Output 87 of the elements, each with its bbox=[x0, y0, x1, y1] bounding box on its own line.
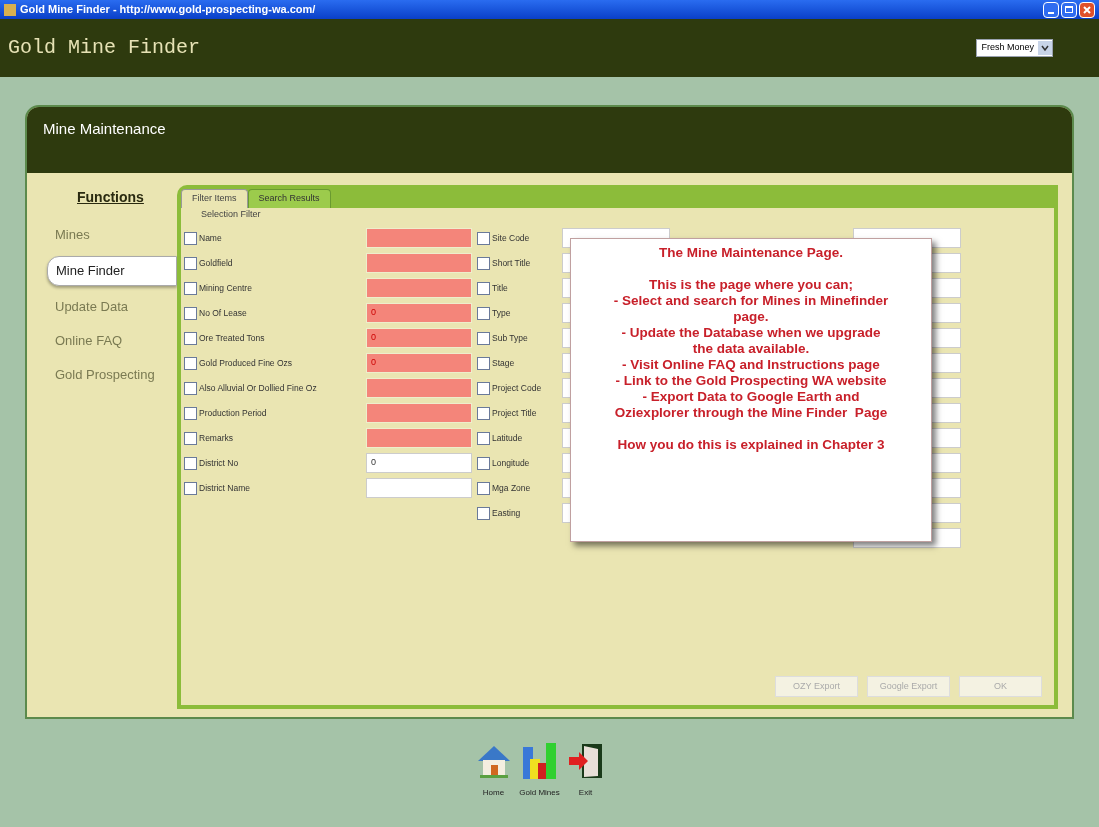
popup-text: This is the page where you can; bbox=[648, 277, 854, 293]
field-value: 0 bbox=[371, 456, 376, 470]
checkbox[interactable] bbox=[477, 431, 490, 445]
checkbox[interactable] bbox=[477, 406, 490, 420]
input-field[interactable]: 0 bbox=[366, 328, 472, 348]
checkbox-label: Type bbox=[492, 306, 512, 320]
checkbox[interactable] bbox=[184, 306, 197, 320]
toolbar-button[interactable]: Gold Mines bbox=[520, 741, 559, 799]
checkbox[interactable] bbox=[477, 306, 490, 320]
popup-text: - Select and search for Mines in Minefinder bbox=[613, 293, 889, 309]
checkbox-label: Project Code bbox=[492, 381, 543, 395]
checkbox[interactable] bbox=[477, 256, 490, 270]
checkbox[interactable] bbox=[184, 256, 197, 270]
minimize-button[interactable] bbox=[1043, 1, 1059, 18]
input-field[interactable]: 0 bbox=[366, 453, 472, 473]
checkbox[interactable] bbox=[184, 356, 197, 370]
popup-text: The Mine Maintenance Page. bbox=[659, 245, 843, 261]
checkbox-label: Mga Zone bbox=[492, 481, 532, 495]
checkbox-label: Sub Type bbox=[492, 331, 529, 345]
popup-text: - Update the Database when we upgrade bbox=[621, 325, 881, 341]
checkbox-label: Gold Produced Fine Ozs bbox=[199, 356, 294, 370]
account-dropdown[interactable]: Fresh Money bbox=[976, 39, 1053, 57]
sidebar-item[interactable]: Mine Finder bbox=[47, 256, 177, 286]
checkbox-label: Stage bbox=[492, 356, 516, 370]
popup-text: - Link to the Gold Prospecting WA website bbox=[615, 373, 887, 389]
panel-title: Mine Maintenance bbox=[43, 120, 166, 137]
checkbox-label: Ore Treated Tons bbox=[199, 331, 266, 345]
checkbox-label: Goldfield bbox=[199, 256, 234, 270]
field-value: 0 bbox=[371, 306, 376, 320]
toolbar-button[interactable]: Exit bbox=[566, 741, 605, 799]
checkbox-label: Short Title bbox=[492, 256, 532, 270]
checkbox[interactable] bbox=[477, 356, 490, 370]
checkbox[interactable] bbox=[184, 281, 197, 295]
field-value: 0 bbox=[371, 356, 376, 370]
tab[interactable]: Filter Items bbox=[181, 189, 248, 208]
checkbox[interactable] bbox=[477, 331, 490, 345]
popup-text: Oziexplorer through the Mine Finder Page bbox=[614, 405, 888, 421]
checkbox-label: No Of Lease bbox=[199, 306, 248, 320]
checkbox-label: Remarks bbox=[199, 431, 234, 445]
checkbox[interactable] bbox=[184, 331, 197, 345]
checkbox-label: Longitude bbox=[492, 456, 531, 470]
checkbox-label: Mining Centre bbox=[199, 281, 253, 295]
toolbar-button[interactable]: Home bbox=[474, 741, 513, 799]
close-icon bbox=[1083, 5, 1091, 14]
checkbox-label: Easting bbox=[492, 506, 522, 520]
popup-text: page. bbox=[733, 309, 769, 325]
checkbox[interactable] bbox=[184, 456, 197, 470]
sidebar-item[interactable]: Online FAQ bbox=[27, 328, 177, 354]
maximize-button[interactable] bbox=[1061, 1, 1077, 18]
group-title: Selection Filter bbox=[201, 208, 261, 221]
checkbox[interactable] bbox=[477, 381, 490, 395]
checkbox[interactable] bbox=[477, 281, 490, 295]
checkbox-label: Name bbox=[199, 231, 223, 245]
checkbox-label: Site Code bbox=[492, 231, 531, 245]
checkbox-label: Title bbox=[492, 281, 509, 295]
checkbox-label: Latitude bbox=[492, 431, 524, 445]
checkbox[interactable] bbox=[477, 231, 490, 245]
checkbox[interactable] bbox=[184, 381, 197, 395]
input-field[interactable] bbox=[366, 478, 472, 498]
sidebar-item[interactable]: Mines bbox=[27, 222, 177, 248]
checkbox[interactable] bbox=[184, 431, 197, 445]
checkbox-label: District Name bbox=[199, 481, 251, 495]
app-icon bbox=[4, 3, 16, 16]
checkbox-label: Project Title bbox=[492, 406, 538, 420]
popup-text: - Export Data to Google Earth and bbox=[642, 389, 860, 405]
checkbox[interactable] bbox=[184, 231, 197, 245]
sidebar-item[interactable]: Gold Prospecting bbox=[27, 362, 177, 388]
checkbox[interactable] bbox=[477, 481, 490, 495]
input-field[interactable]: 0 bbox=[366, 303, 472, 323]
app-title: Gold Mine Finder bbox=[8, 35, 201, 61]
window-title: Gold Mine Finder - http://www.gold-prospecting-wa.com/ bbox=[20, 2, 316, 18]
tab[interactable]: Search Results bbox=[247, 189, 331, 208]
sidebar-item[interactable]: Update Data bbox=[27, 294, 177, 320]
popup-text: - Visit Online FAQ and Instructions page bbox=[622, 357, 880, 373]
checkbox-label: Also Alluvial Or Dollied Fine Oz bbox=[199, 381, 318, 395]
checkbox[interactable] bbox=[184, 481, 197, 495]
checkbox[interactable] bbox=[477, 456, 490, 470]
sidebar-heading: Functions bbox=[77, 188, 145, 207]
checkbox-label: Production Period bbox=[199, 406, 268, 420]
checkbox-label: District No bbox=[199, 456, 240, 470]
close-button[interactable] bbox=[1079, 1, 1095, 18]
popup-text: How you do this is explained in Chapter 3 bbox=[617, 437, 885, 453]
checkbox[interactable] bbox=[184, 406, 197, 420]
field-value: 0 bbox=[371, 331, 376, 345]
input-field[interactable]: 0 bbox=[366, 353, 472, 373]
popup-text: the data available. bbox=[692, 341, 810, 357]
checkbox[interactable] bbox=[477, 506, 490, 520]
